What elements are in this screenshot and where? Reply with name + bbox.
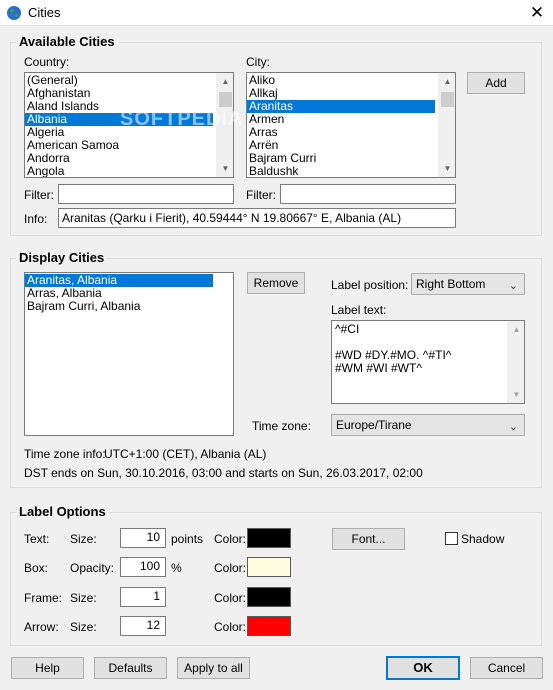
chevron-down-icon: ⌄: [508, 421, 518, 433]
tz-info-label: Time zone info:: [24, 447, 106, 461]
chevron-down-icon: ⌄: [508, 280, 518, 292]
apply-to-all-button[interactable]: Apply to all: [177, 657, 250, 679]
label-position-select[interactable]: Right Bottom ⌄: [411, 273, 525, 295]
label-text-content: ^#CI #WD #DY.#MO. ^#TI^ #WM #WI #WT^: [335, 323, 521, 375]
option-param-label: Size:: [70, 532, 97, 546]
window-title: Cities: [28, 5, 61, 20]
option-value-input[interactable]: 1: [120, 587, 166, 607]
font-button[interactable]: Font...: [332, 528, 405, 550]
label-text-line: #WM #WI #WT^: [335, 361, 422, 375]
city-filter-input[interactable]: [280, 184, 456, 204]
scroll-down-icon[interactable]: ▼: [217, 160, 233, 177]
option-param-label: Size:: [70, 620, 97, 634]
help-button[interactable]: Help: [11, 657, 84, 679]
country-filter-input[interactable]: [58, 184, 234, 204]
available-cities-title: Available Cities: [16, 34, 118, 49]
scroll-thumb[interactable]: [441, 92, 454, 107]
label-text-scrollbar[interactable]: ▲ ▼: [507, 321, 524, 403]
label-position-label: Label position:: [331, 278, 409, 292]
color-swatch-button[interactable]: [247, 557, 291, 577]
scroll-up-icon[interactable]: ▲: [217, 73, 233, 90]
label-options-title: Label Options: [16, 504, 109, 519]
option-unit: points: [171, 532, 204, 546]
color-label: Color:: [214, 561, 247, 575]
city-list-item[interactable]: Armen: [247, 113, 455, 126]
country-scrollbar[interactable]: ▲ ▼: [216, 73, 233, 177]
option-unit: %: [171, 561, 182, 575]
remove-button[interactable]: Remove: [247, 272, 305, 294]
scroll-up-icon[interactable]: ▲: [508, 321, 524, 338]
display-cities-title: Display Cities: [16, 250, 108, 265]
city-list-item[interactable]: Aliko: [247, 74, 455, 87]
shadow-label: Shadow: [461, 532, 505, 546]
display-cities-listbox[interactable]: Aranitas, Albania Arras, Albania Bajram Cu…: [24, 272, 234, 436]
label-text-area[interactable]: ^#CI #WD #DY.#MO. ^#TI^ #WM #WI #WT^ ▲ ▼: [331, 320, 525, 404]
ok-button[interactable]: OK: [386, 656, 460, 680]
dst-info: DST ends on Sun, 30.10.2016, 03:00 and s…: [24, 466, 423, 480]
option-name: Frame:: [24, 591, 63, 605]
scroll-down-icon[interactable]: ▼: [508, 386, 524, 403]
timezone-value: Europe/Tirane: [336, 418, 412, 432]
color-label: Color:: [214, 532, 247, 546]
cancel-button[interactable]: Cancel: [470, 657, 543, 679]
option-param-label: Opacity:: [70, 561, 115, 575]
tz-info-value: UTC+1:00 (CET), Albania (AL): [104, 447, 267, 461]
label-text-label: Label text:: [331, 303, 387, 317]
info-label: Info:: [24, 212, 48, 226]
city-filter-label: Filter:: [246, 188, 276, 202]
city-list-item[interactable]: Baldushk: [247, 165, 455, 178]
color-swatch-button[interactable]: [247, 616, 291, 636]
option-name: Arrow:: [24, 620, 59, 634]
city-list-item[interactable]: Arras: [247, 126, 455, 139]
label-position-value: Right Bottom: [416, 277, 486, 291]
timezone-label: Time zone:: [252, 419, 311, 433]
option-name: Box:: [24, 561, 49, 575]
option-name: Text:: [24, 532, 50, 546]
country-list-item[interactable]: Angola: [25, 165, 233, 178]
country-label: Country:: [24, 55, 70, 69]
country-listbox[interactable]: (General) Afghanistan Aland Islands Albania…: [24, 72, 234, 178]
option-param-label: Size:: [70, 591, 97, 605]
city-scrollbar[interactable]: ▲ ▼: [438, 73, 455, 177]
color-label: Color:: [214, 591, 247, 605]
globe-icon: [7, 6, 21, 20]
scroll-up-icon[interactable]: ▲: [439, 73, 455, 90]
label-text-line: ^#CI: [335, 322, 360, 336]
shadow-checkbox[interactable]: [445, 532, 458, 545]
city-label: City:: [246, 55, 270, 69]
close-icon[interactable]: ✕: [524, 1, 550, 25]
color-swatch-button[interactable]: [247, 587, 291, 607]
defaults-button[interactable]: Defaults: [94, 657, 167, 679]
option-value-input[interactable]: 100: [120, 557, 166, 577]
country-filter-label: Filter:: [24, 188, 54, 202]
option-value-input[interactable]: 12: [120, 616, 166, 636]
info-field[interactable]: Aranitas (Qarku i Fierit), 40.59444° N 1…: [58, 208, 456, 228]
color-label: Color:: [214, 620, 247, 634]
add-button[interactable]: Add: [467, 72, 525, 94]
display-city-item[interactable]: Bajram Curri, Albania: [25, 300, 233, 313]
title-bar: Cities ✕: [0, 0, 553, 26]
option-value-input[interactable]: 10: [120, 528, 166, 548]
timezone-select[interactable]: Europe/Tirane ⌄: [331, 414, 525, 436]
scroll-thumb[interactable]: [219, 92, 232, 107]
scroll-down-icon[interactable]: ▼: [439, 160, 455, 177]
color-swatch-button[interactable]: [247, 528, 291, 548]
city-listbox[interactable]: Aliko Allkaj Aranitas Armen Arras Arrën Bajram…: [246, 72, 456, 178]
